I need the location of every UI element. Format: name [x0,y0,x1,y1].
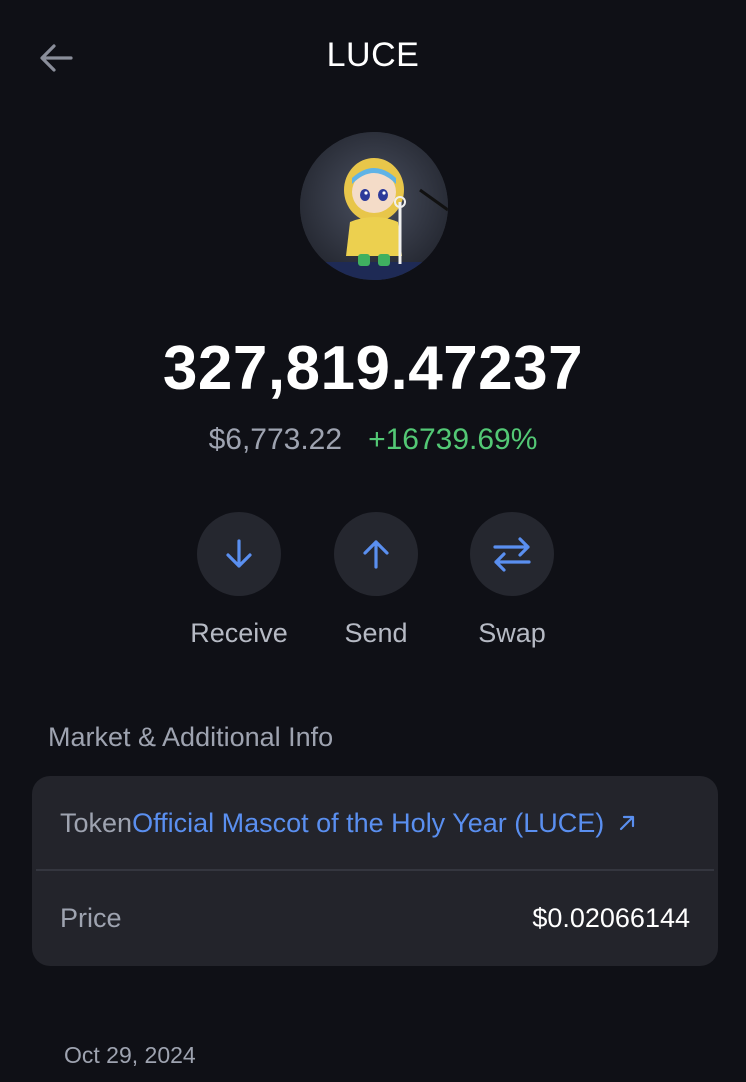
send-button[interactable]: Send [311,512,441,649]
fiat-value: $6,773.22 [208,423,343,456]
token-balance: 327,819.47237 [162,334,584,403]
history-date: Oct 29, 2024 [64,1042,196,1068]
token-key: Token [60,807,133,838]
swap-arrows-icon [493,537,531,572]
token-avatar [300,132,448,280]
swap-label: Swap [478,618,546,648]
send-label: Send [344,618,408,648]
price-change: +16739.69% [368,423,538,456]
send-circle[interactable] [334,512,418,596]
arrow-up-icon [363,540,389,569]
info-card: Token Official Mascot of the Holy Year (… [32,776,718,966]
price-row: Price $0.02066144 [60,871,690,966]
balance-details: $6,773.22 +16739.69% [0,423,746,457]
price-value: $0.02066144 [532,903,690,933]
swap-button[interactable]: Swap [447,512,577,649]
external-link-icon[interactable] [618,814,636,832]
page-title: LUCE [326,36,420,74]
arrow-down-icon [226,539,252,568]
receive-button[interactable]: Receive [174,512,304,649]
swap-circle[interactable] [470,512,554,596]
price-key: Price [60,903,122,933]
receive-label: Receive [190,618,288,648]
receive-circle[interactable] [197,512,281,596]
token-row: Token Official Mascot of the Holy Year (… [60,776,694,870]
token-link[interactable]: Official Mascot of the Holy Year (LUCE) [132,808,604,839]
token-detail-screen: LUCE 327,819.47237 $6,773.22 +16739.69% … [0,0,746,1082]
section-title: Market & Additional Info [48,722,334,752]
